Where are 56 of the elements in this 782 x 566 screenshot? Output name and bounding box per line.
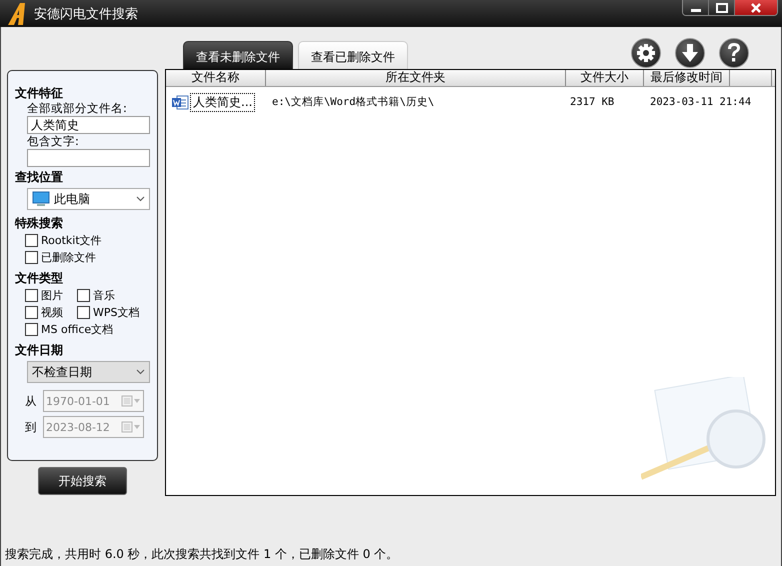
section-heading: 文件类型 (15, 271, 64, 286)
size-cell-text: 2317 KB (569, 96, 616, 108)
help-icon (726, 42, 742, 64)
field-label: 全部或部分文件名: (26, 101, 128, 116)
checkbox-option[interactable]: WPS文档 (77, 305, 145, 320)
checkbox[interactable] (25, 289, 38, 302)
column-header[interactable]: 文件大小 (566, 70, 644, 86)
checkbox[interactable] (25, 234, 38, 247)
checkbox-option[interactable]: 视频 (25, 305, 77, 320)
folder-cell-text: e:\文档库\Word格式书籍\历史\ (271, 95, 436, 109)
settings-icon (636, 43, 656, 63)
close-button[interactable] (735, 0, 777, 15)
date-label: 到 (25, 420, 37, 434)
section-heading: 文件特征 (15, 86, 64, 101)
close-icon (750, 2, 762, 12)
status-text: 搜索完成，共用时 6.0 秒，此次搜索共找到文件 1 个，已删除文件 0 个。 (4, 546, 400, 563)
section-heading: 文件日期 (15, 343, 64, 358)
checkbox-option[interactable]: 已删除文件 (25, 250, 151, 265)
window-title: 安德闪电文件搜索 (34, 6, 138, 22)
location-dropdown[interactable]: 此电脑 (27, 188, 150, 210)
date-label: 从 (25, 394, 37, 408)
settings-button[interactable] (631, 38, 661, 68)
content-input[interactable] (27, 149, 150, 167)
document-icon (172, 94, 189, 110)
chevron-icon (136, 369, 145, 375)
checkbox[interactable] (77, 289, 90, 302)
start-search-button[interactable]: 开始搜索 (38, 467, 127, 495)
monitor-icon (32, 191, 50, 207)
section-heading: 特殊搜索 (15, 216, 64, 231)
maximize-button[interactable] (709, 0, 735, 15)
lightning-logo-icon (6, 2, 28, 26)
column-header[interactable]: 文件名称 (166, 70, 266, 86)
column-header[interactable]: 最后修改时间 (644, 70, 730, 86)
checkbox-option[interactable]: Rootkit文件 (25, 233, 151, 248)
download-button[interactable] (675, 38, 705, 68)
modified-cell-text: 2023-03-11 21:44 (649, 96, 752, 108)
section-heading: 查找位置 (15, 170, 64, 185)
minimize-button[interactable] (683, 0, 709, 15)
down-arrow-icon (681, 43, 699, 63)
tab[interactable]: 查看未删除文件 (183, 41, 293, 69)
checkbox-option[interactable]: 音乐 (77, 288, 145, 303)
tab[interactable]: 查看已删除文件 (298, 41, 408, 69)
chevron-icon (136, 196, 145, 202)
calendar-icon (121, 421, 141, 433)
checkbox-option[interactable]: MS office文档 (25, 322, 151, 337)
file-name-cell[interactable]: 人类简史... (190, 92, 256, 112)
help-button[interactable] (719, 38, 749, 68)
checkbox[interactable] (25, 306, 38, 319)
checkbox[interactable] (25, 323, 38, 336)
checkbox-option[interactable]: 图片 (25, 288, 77, 303)
filename-input[interactable]: 人类简史 (27, 116, 150, 134)
checkbox[interactable] (77, 306, 90, 319)
field-label: 包含文字: (26, 134, 80, 149)
column-header[interactable]: 所在文件夹 (266, 70, 566, 86)
calendar-icon (121, 395, 141, 407)
checkbox[interactable] (25, 251, 38, 264)
